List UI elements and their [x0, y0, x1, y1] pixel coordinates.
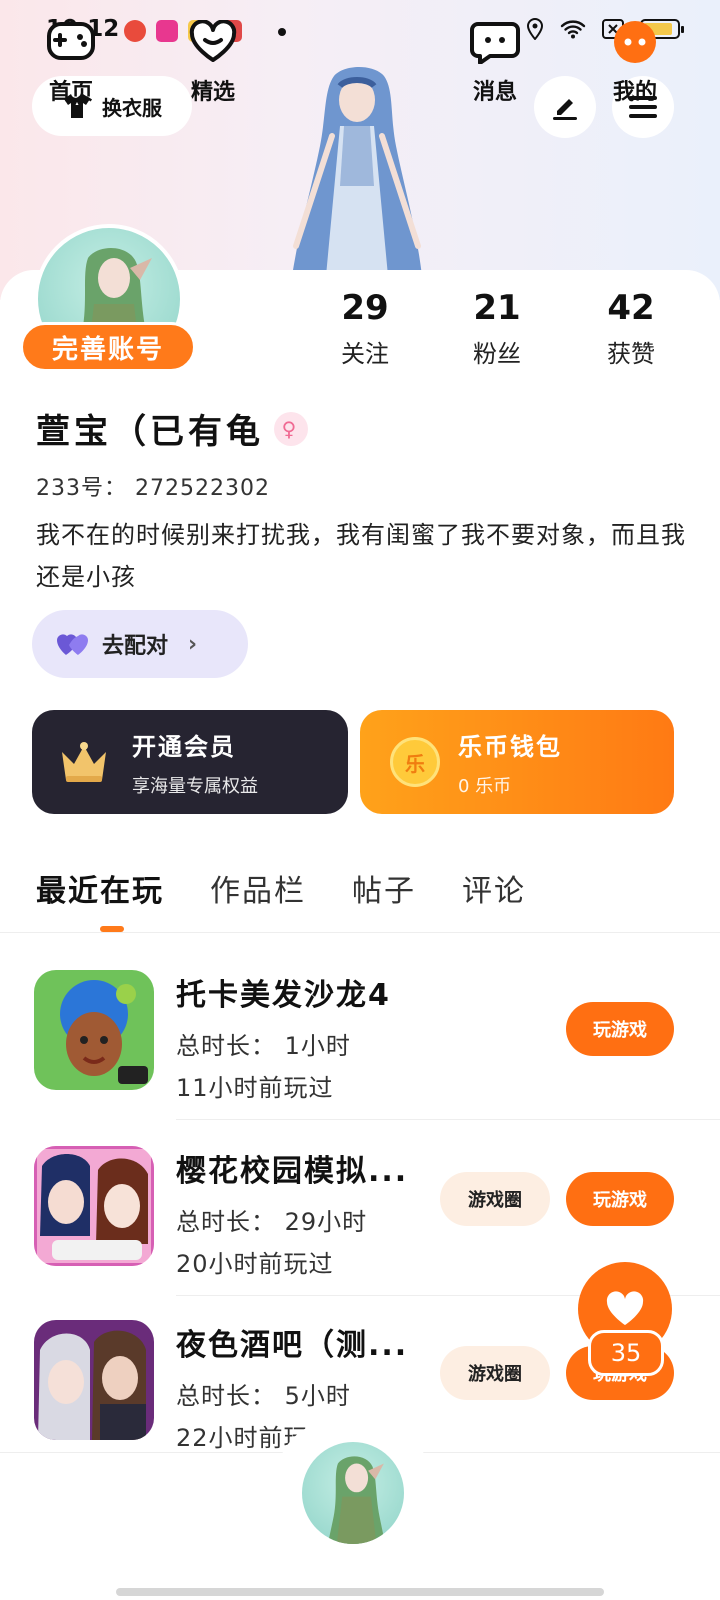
- notification-dot: [278, 28, 286, 36]
- play-game-button[interactable]: 玩游戏: [566, 1172, 674, 1226]
- likes-label: 获赞: [607, 340, 655, 368]
- nav-home[interactable]: 首页: [26, 20, 116, 106]
- game-circle-button[interactable]: 游戏圈: [440, 1172, 550, 1226]
- avatar-character: [327, 1456, 386, 1544]
- fans-count: 21: [473, 288, 521, 328]
- user-id[interactable]: 233号： 272522302: [36, 470, 270, 502]
- crown-icon: [62, 742, 106, 782]
- wallet-title: 乐币钱包: [458, 732, 562, 761]
- coin-wallet-card[interactable]: 乐 乐币钱包 0 乐币: [360, 710, 674, 814]
- stat-following[interactable]: 29 关注: [310, 288, 420, 369]
- game-name: 托卡美发沙龙4: [176, 978, 391, 1013]
- tab-comments[interactable]: 评论: [462, 866, 526, 910]
- following-count: 29: [341, 288, 389, 328]
- game-list-item[interactable]: 托卡美发沙龙4 总时长： 1小时 11小时前玩过 玩游戏: [0, 944, 720, 1120]
- vip-membership-card[interactable]: 开通会员 享海量专属权益: [32, 710, 348, 814]
- nav-featured[interactable]: 精选: [168, 19, 258, 106]
- nickname: 萱宝（已有龟: [36, 412, 264, 452]
- complete-account-badge[interactable]: 完善账号: [20, 322, 196, 372]
- nav-messages-label: 消息: [472, 80, 517, 105]
- wallet-balance: 0 乐币: [458, 775, 512, 797]
- game-last-played: 20小时前玩过: [176, 1250, 334, 1278]
- nav-home-label: 首页: [48, 80, 93, 105]
- coin-icon: 乐: [390, 737, 440, 787]
- fans-label: 粉丝: [473, 340, 521, 368]
- double-heart-icon: [57, 634, 88, 655]
- app-notification-icon: [124, 20, 146, 42]
- chevron-right-icon: ›: [188, 631, 198, 657]
- game-cover-sakura: [34, 1146, 154, 1266]
- gamepad-icon: [47, 22, 95, 60]
- game-icon[interactable]: [34, 970, 154, 1090]
- game-cover-toca: [34, 970, 154, 1090]
- nav-messages[interactable]: 消息: [450, 20, 540, 106]
- nav-me-label: 我的: [612, 80, 657, 105]
- nickname-row: 萱宝（已有龟 ♀: [36, 404, 308, 453]
- like-count-badge: 35: [588, 1330, 664, 1376]
- tab-posts[interactable]: 帖子: [352, 866, 416, 910]
- game-total-time: 总时长： 5小时: [176, 1382, 351, 1410]
- match-label: 去配对: [102, 634, 169, 659]
- edit-profile-button[interactable]: [534, 76, 596, 138]
- game-name: 夜色酒吧（测...: [176, 1328, 409, 1363]
- tab-works[interactable]: 作品栏: [210, 866, 306, 910]
- game-last-played: 11小时前玩过: [176, 1074, 334, 1102]
- play-game-button[interactable]: 玩游戏: [566, 1002, 674, 1056]
- game-cover-nightbar: [34, 1320, 154, 1440]
- match-button[interactable]: 去配对 ›: [32, 610, 248, 678]
- nav-featured-label: 精选: [190, 80, 235, 105]
- likes-count: 42: [607, 288, 655, 328]
- divider: [0, 932, 720, 933]
- home-indicator: [116, 1588, 604, 1596]
- vip-title: 开通会员: [132, 732, 236, 761]
- game-circle-button[interactable]: 游戏圈: [440, 1346, 550, 1400]
- bio: 我不在的时候别来打扰我，我有闺蜜了我不要对象，而且我还是小孩: [36, 521, 686, 591]
- stat-likes[interactable]: 42 获赞: [576, 288, 686, 369]
- vip-subtitle: 享海量专属权益: [132, 775, 258, 797]
- tab-recently-played[interactable]: 最近在玩: [36, 866, 164, 910]
- game-total-time: 总时长： 29小时: [176, 1208, 368, 1236]
- chat-icon: [470, 22, 520, 65]
- following-label: 关注: [341, 340, 389, 368]
- nav-me[interactable]: 我的: [590, 20, 680, 106]
- heart-outline-icon: [189, 19, 237, 62]
- heart-icon: [606, 1291, 644, 1325]
- game-icon[interactable]: [34, 1146, 154, 1266]
- nav-avatar[interactable]: [298, 1438, 408, 1548]
- game-name: 樱花校园模拟...: [176, 1154, 409, 1189]
- pencil-icon: [553, 99, 577, 120]
- stat-fans[interactable]: 21 粉丝: [442, 288, 552, 369]
- me-icon: [614, 21, 656, 63]
- profile-tabs: 最近在玩 作品栏 帖子 评论: [36, 866, 526, 910]
- wifi-icon: [560, 20, 586, 39]
- 3d-avatar-character[interactable]: [282, 66, 432, 276]
- game-total-time: 总时长： 1小时: [176, 1032, 351, 1060]
- game-icon[interactable]: [34, 1320, 154, 1440]
- female-icon: ♀: [274, 411, 308, 446]
